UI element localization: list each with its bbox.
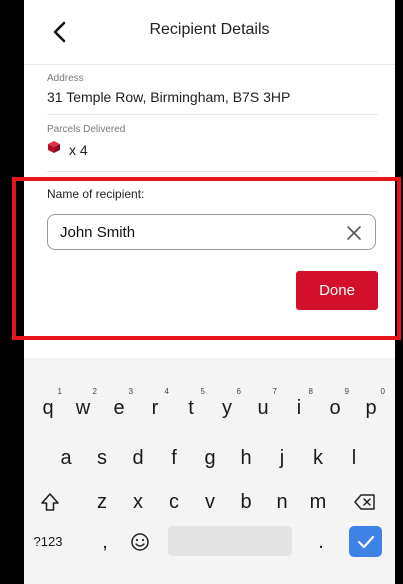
parcels-divider <box>47 171 378 172</box>
period-key[interactable]: . <box>306 522 336 562</box>
highlight-box <box>12 177 401 340</box>
key-x[interactable]: x <box>123 482 153 522</box>
key-k[interactable]: k <box>303 438 333 478</box>
key-l[interactable]: l <box>339 438 369 478</box>
key-e[interactable]: e3 <box>104 387 134 428</box>
key-p[interactable]: p0 <box>356 387 386 428</box>
key-v[interactable]: v <box>195 482 225 522</box>
key-z[interactable]: z <box>87 482 117 522</box>
parcels-count-row: x 4 <box>47 140 88 159</box>
key-g[interactable]: g <box>195 438 225 478</box>
key-f[interactable]: f <box>159 438 189 478</box>
key-i[interactable]: i8 <box>284 387 314 428</box>
address-divider <box>47 114 378 115</box>
space-bar[interactable] <box>168 526 292 556</box>
on-screen-keyboard: q1 w2 e3 r4 t5 y6 u7 i8 o9 p0 a s d f g … <box>24 358 395 584</box>
header-divider <box>24 64 395 65</box>
page-title: Recipient Details <box>149 21 270 38</box>
parcels-label: Parcels Delivered <box>47 124 126 135</box>
emoji-icon[interactable] <box>125 522 155 562</box>
key-d[interactable]: d <box>123 438 153 478</box>
checkmark-icon[interactable] <box>349 526 382 557</box>
backspace-icon[interactable] <box>350 482 380 522</box>
key-o[interactable]: o9 <box>320 387 350 428</box>
key-a[interactable]: a <box>51 438 81 478</box>
key-m[interactable]: m <box>303 482 333 522</box>
keyboard-row-2: a s d f g h j k l <box>24 438 395 478</box>
key-u[interactable]: u7 <box>248 387 278 428</box>
key-w[interactable]: w2 <box>68 387 98 428</box>
key-c[interactable]: c <box>159 482 189 522</box>
app-header: Recipient Details <box>24 0 395 64</box>
symbols-key[interactable]: ?123 <box>28 522 68 562</box>
key-y[interactable]: y6 <box>212 387 242 428</box>
keyboard-row-3: z x c v b n m <box>24 482 395 522</box>
key-s[interactable]: s <box>87 438 117 478</box>
key-j[interactable]: j <box>267 438 297 478</box>
shift-icon[interactable] <box>35 482 65 522</box>
key-q[interactable]: q1 <box>33 387 63 428</box>
key-h[interactable]: h <box>231 438 261 478</box>
parcel-box-icon <box>47 140 61 159</box>
parcels-count: x 4 <box>69 141 88 158</box>
key-n[interactable]: n <box>267 482 297 522</box>
address-label: Address <box>47 73 84 84</box>
key-t[interactable]: t5 <box>176 387 206 428</box>
key-r[interactable]: r4 <box>140 387 170 428</box>
keyboard-row-1: q1 w2 e3 r4 t5 y6 u7 i8 o9 p0 <box>24 387 395 428</box>
key-b[interactable]: b <box>231 482 261 522</box>
address-value: 31 Temple Row, Birmingham, B7S 3HP <box>47 89 291 105</box>
comma-key[interactable]: , <box>90 522 120 562</box>
